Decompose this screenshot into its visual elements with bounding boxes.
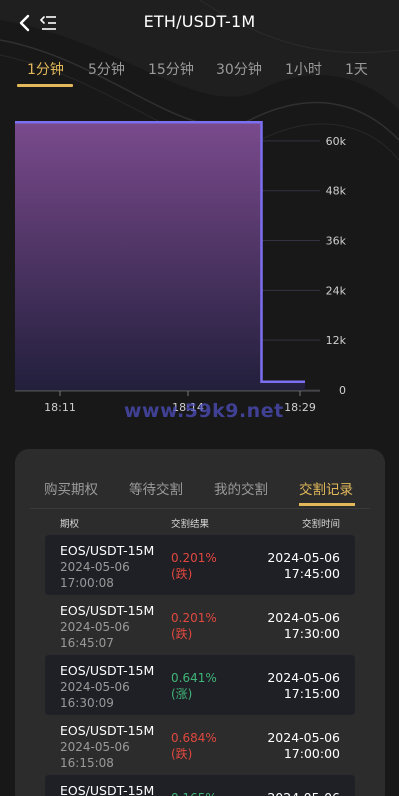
row-result: 0.165%: [171, 790, 217, 796]
row-order-time: 2024-05-06 16:45:07: [60, 619, 130, 651]
row-settle-time: 2024-05-06 17:00:00: [267, 730, 340, 762]
x-tick-label: 18:29: [284, 401, 316, 414]
delivery-panel: 购买期权 等待交割 我的交割 交割记录 期权 交割结果 交割时间 EOS/USD…: [15, 449, 385, 796]
time-tabs: 1分钟 5分钟 15分钟 30分钟 1小时 1天: [0, 56, 399, 90]
y-tick-label: 48k: [326, 185, 347, 198]
row-settle-date: 2024-05-06: [267, 670, 340, 685]
row-settle-date: 2024-05-06: [267, 610, 340, 625]
tab-30min[interactable]: 30分钟: [216, 59, 262, 79]
tab-1day[interactable]: 1天: [345, 59, 368, 79]
row-symbol: EOS/USDT-15M: [60, 723, 155, 738]
tab-buy-option[interactable]: 购买期权: [44, 478, 98, 498]
row-result-direction: (跌): [171, 747, 193, 761]
price-chart[interactable]: 60k48k36k24k12k018:11 18:14 18:29: [0, 100, 399, 430]
row-settle-date: 2024-05-06: [267, 730, 340, 745]
table-row[interactable]: EOS/USDT-15M 2024-05-06 16:45:07 0.201% (跌) 2…: [45, 595, 355, 655]
active-tab-underline: [17, 84, 73, 87]
row-result-percent: 0.641%: [171, 671, 217, 685]
row-order-date: 2024-05-06: [60, 680, 130, 694]
tab-pending-delivery[interactable]: 等待交割: [129, 478, 183, 498]
row-result: 0.201% (跌): [171, 550, 217, 582]
row-symbol: EOS/USDT-15M: [60, 543, 155, 558]
row-order-date: 2024-05-06: [60, 560, 130, 574]
row-result-percent: 0.684%: [171, 731, 217, 745]
row-settle-clock: 17:30:00: [283, 626, 340, 641]
row-order-time: 2024-05-06 16:15:08: [60, 739, 130, 771]
row-order-date: 2024-05-06: [60, 740, 130, 754]
panel-tab-underline: [299, 503, 355, 506]
row-symbol: EOS/USDT-15M: [60, 663, 155, 678]
row-result: 0.201% (跌): [171, 610, 217, 642]
row-settle-time: 2024-05-06: [267, 790, 340, 796]
row-settle-date: 2024-05-06: [267, 790, 340, 796]
column-header-result: 交割结果: [171, 519, 210, 530]
table-row[interactable]: EOS/USDT-15M 2024-05-06 16:15:08 0.684% (跌) 2…: [45, 715, 355, 775]
table-row[interactable]: EOS/USDT-15M 2024-05-06 16:30:09 0.641% (涨) 2…: [45, 655, 355, 715]
y-tick-label: 24k: [326, 284, 347, 297]
row-order-clock: 16:30:09: [60, 696, 114, 710]
row-symbol: EOS/USDT-15M: [60, 603, 155, 618]
row-result-direction: (跌): [171, 627, 193, 641]
row-order-clock: 17:00:08: [60, 576, 114, 590]
row-symbol: EOS/USDT-15M: [60, 783, 155, 796]
tab-5min[interactable]: 5分钟: [88, 59, 125, 79]
tab-15min[interactable]: 15分钟: [148, 59, 194, 79]
y-tick-label: 0: [339, 384, 346, 397]
row-result: 0.641% (涨): [171, 670, 217, 702]
row-settle-date: 2024-05-06: [267, 550, 340, 565]
watermark: www.59k9.net: [124, 400, 284, 422]
tab-delivery-records[interactable]: 交割记录: [299, 478, 353, 498]
header: ETH/USDT-1M: [0, 0, 399, 46]
x-tick-label: 18:11: [44, 401, 76, 414]
row-result-direction: (跌): [171, 567, 193, 581]
y-tick-label: 12k: [326, 334, 347, 347]
row-result-direction: (涨): [171, 687, 193, 701]
row-order-date: 2024-05-06: [60, 620, 130, 634]
row-settle-time: 2024-05-06 17:15:00: [267, 670, 340, 702]
column-header-option: 期权: [60, 519, 80, 530]
row-settle-time: 2024-05-06 17:30:00: [267, 610, 340, 642]
row-order-time: 2024-05-06 16:30:09: [60, 679, 130, 711]
tab-my-delivery[interactable]: 我的交割: [214, 478, 268, 498]
row-order-time: 2024-05-06 17:00:08: [60, 559, 130, 591]
tab-1min[interactable]: 1分钟: [27, 59, 64, 79]
row-order-clock: 16:45:07: [60, 636, 114, 650]
row-settle-clock: 17:15:00: [283, 686, 340, 701]
row-result-percent: 0.165%: [171, 790, 217, 796]
table-row[interactable]: EOS/USDT-15M2024-05-060.165%2024-05-06: [45, 775, 355, 796]
row-settle-clock: 17:00:00: [283, 746, 340, 761]
column-header-time: 交割时间: [301, 519, 340, 530]
page-title: ETH/USDT-1M: [143, 12, 256, 31]
panel-tabs: 购买期权 等待交割 我的交割 交割记录: [15, 449, 385, 509]
divider: [30, 508, 370, 509]
row-result-percent: 0.201%: [171, 611, 217, 625]
row-settle-time: 2024-05-06 17:45:00: [267, 550, 340, 582]
y-tick-label: 36k: [326, 235, 347, 248]
row-order-clock: 16:15:08: [60, 756, 114, 770]
table-row[interactable]: EOS/USDT-15M 2024-05-06 17:00:08 0.201% (跌) 2…: [45, 535, 355, 595]
y-tick-label: 60k: [326, 135, 347, 148]
row-result: 0.684% (跌): [171, 730, 217, 762]
row-result-percent: 0.201%: [171, 551, 217, 565]
row-settle-clock: 17:45:00: [283, 566, 340, 581]
tab-1hour[interactable]: 1小时: [285, 59, 322, 79]
